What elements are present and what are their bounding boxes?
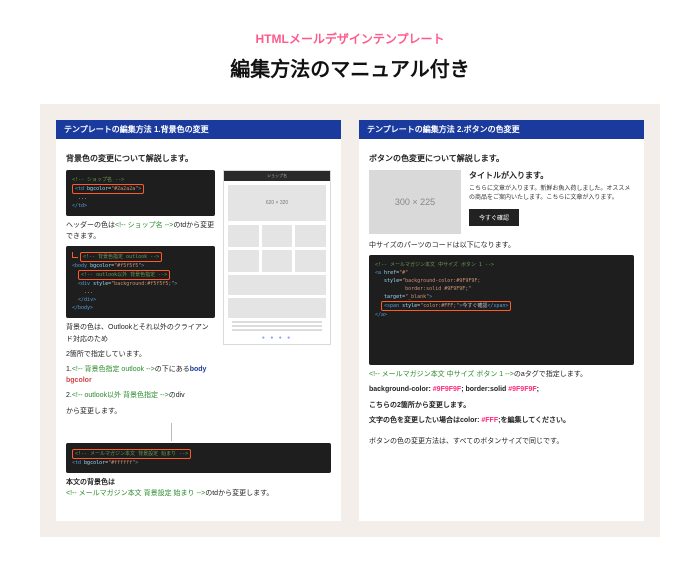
email-preview: ショップ名 620 × 320 bbox=[223, 170, 331, 345]
btn-ann-3: こちらの2箇所から変更します。 bbox=[369, 400, 634, 411]
btn-ann-4-c: #FFF bbox=[481, 417, 498, 424]
preview-card bbox=[262, 250, 293, 272]
feature-thumbnail: 300 × 225 bbox=[369, 170, 461, 234]
intro-text: ボタンの色変更について解説します。 bbox=[369, 153, 634, 164]
bodybg-note: 本文の背景色は <!-- メールマガジン本文 背景設定 始まり -->のtdから… bbox=[66, 477, 331, 499]
code-block-bodybg: <!-- メールマガジン本文 背景設定 始まり --> <td bgcolor=… bbox=[66, 443, 331, 473]
panel-button-color-body: ボタンの色変更について解説します。 300 × 225 タイトルが入ります。 こ… bbox=[359, 139, 644, 459]
btn-ann-2-m: ; border:solid bbox=[461, 386, 508, 393]
feature-cta-button[interactable]: 今すぐ確認 bbox=[469, 209, 519, 226]
bg-note-2: 2.<!-- outlook以外 背景色指定 -->のdiv bbox=[66, 390, 215, 401]
bodybg-lead: 本文の背景色は bbox=[66, 479, 115, 486]
panels-stage: テンプレートの編集方法 1.背景色の変更 背景色の変更について解説します。 <!… bbox=[40, 104, 660, 537]
left-col-code: <!-- ショップ名 --> <td bgcolor="#2a2a2a"> ..… bbox=[66, 170, 215, 421]
page: HTMLメールデザインテンプレート 編集方法のマニュアル付き テンプレートの編集… bbox=[0, 0, 700, 557]
preview-card bbox=[228, 225, 259, 247]
preview-textline bbox=[232, 329, 322, 331]
email-preview-header: ショップ名 bbox=[224, 171, 330, 181]
email-preview-row3-a bbox=[228, 225, 326, 247]
btn-footer-note: ボタンの色の変更方法は、すべてのボタンサイズで同じです。 bbox=[369, 436, 634, 447]
bg-note-lead: 背景の色は、Outlookとそれ以外のクライアンド対応のため bbox=[66, 322, 215, 344]
btn-ann-4-s: ;を編集してください。 bbox=[498, 417, 570, 424]
code-block-button: <!-- メールマガジン本文 中サイズ ボタン 1 --> <a href="#… bbox=[369, 255, 634, 365]
panel-button-color: テンプレートの編集方法 2.ボタンの色変更 ボタンの色変更について解説します。 … bbox=[359, 120, 644, 521]
feature-body: こちらに文章が入ります。新鮮お魚入荷しました。オススメの商品をご案内いたします。… bbox=[469, 185, 634, 203]
bodybg-green: <!-- メールマガジン本文 背景設定 始まり --> bbox=[66, 490, 205, 497]
left-col-preview: ショップ名 620 × 320 bbox=[223, 170, 331, 421]
bg-note-2-green: <!-- outlook以外 背景色指定 --> bbox=[72, 392, 169, 399]
btn-ann-4: 文字の色を変更したい場合はcolor: #FFF;を編集してください。 bbox=[369, 415, 634, 426]
bg-note-1-green: <!-- 背景色指定 outlook --> bbox=[72, 366, 155, 373]
preview-card bbox=[228, 250, 259, 272]
preview-textline bbox=[232, 325, 322, 327]
intro-text: 背景色の変更について解説します。 bbox=[66, 153, 331, 164]
bg-note-lead2: 2箇所で指定しています。 bbox=[66, 349, 215, 360]
email-preview-hero: 620 × 320 bbox=[228, 185, 326, 221]
header-note: ヘッダーの色は<!-- ショップ名 -->のtdから変更できます。 bbox=[66, 220, 215, 242]
left-two-columns: <!-- ショップ名 --> <td bgcolor="#2a2a2a"> ..… bbox=[66, 170, 331, 421]
panel-bgcolor-header: テンプレートの編集方法 1.背景色の変更 bbox=[56, 120, 341, 139]
preview-social-icons: ● ● ● ● bbox=[224, 333, 330, 344]
btn-ann-2-c2: #9F9F9F bbox=[508, 386, 536, 393]
preview-card bbox=[295, 225, 326, 247]
bg-note-2-tail: のdiv bbox=[169, 392, 185, 399]
bodybg-tail: のtdから変更します。 bbox=[205, 490, 273, 497]
preview-fullcard bbox=[228, 298, 326, 318]
feature-block: 300 × 225 タイトルが入ります。 こちらに文章が入ります。新鮮お魚入荷し… bbox=[369, 170, 634, 234]
mid-note: 中サイズのパーツのコードは以下になります。 bbox=[369, 240, 634, 251]
code-block-body-bg: <!-- 背景色指定 outlook --> <body bgcolor="#f… bbox=[66, 246, 215, 318]
connector-line bbox=[66, 423, 172, 441]
preview-fullcard bbox=[228, 275, 326, 295]
preview-textline bbox=[232, 321, 322, 323]
feature-title: タイトルが入ります。 bbox=[469, 170, 634, 181]
page-title: 編集方法のマニュアル付き bbox=[40, 53, 660, 82]
preview-card bbox=[295, 250, 326, 272]
btn-ann-2-c1: #9F9F9F bbox=[433, 386, 461, 393]
preview-card bbox=[262, 225, 293, 247]
bg-note-1: 1.<!-- 背景色指定 outlook -->の下にあるbody bgcolo… bbox=[66, 364, 215, 386]
btn-ann-1: <!-- メールマガジン本文 中サイズ ボタン 1 -->のaタグで指定します。 bbox=[369, 369, 634, 380]
panel-bgcolor: テンプレートの編集方法 1.背景色の変更 背景色の変更について解説します。 <!… bbox=[56, 120, 341, 521]
feature-copy: タイトルが入ります。 こちらに文章が入ります。新鮮お魚入荷しました。オススメの商… bbox=[469, 170, 634, 226]
btn-ann-1-tail: のaタグで指定します。 bbox=[514, 371, 587, 378]
eyebrow-text: HTMLメールデザインテンプレート bbox=[40, 30, 660, 47]
header-note-comment: <!-- ショップ名 --> bbox=[115, 222, 173, 229]
panel-button-color-header: テンプレートの編集方法 2.ボタンの色変更 bbox=[359, 120, 644, 139]
email-preview-row3-b bbox=[228, 250, 326, 272]
btn-ann-2: background-color: #9F9F9F; border:solid … bbox=[369, 384, 634, 395]
btn-ann-1-green: <!-- メールマガジン本文 中サイズ ボタン 1 --> bbox=[369, 371, 514, 378]
code-block-header-td: <!-- ショップ名 --> <td bgcolor="#2a2a2a"> ..… bbox=[66, 170, 215, 216]
header-note-pre: ヘッダーの色は bbox=[66, 222, 115, 229]
btn-ann-4-p: 文字の色を変更したい場合はcolor: bbox=[369, 417, 481, 424]
bg-note-end: から変更します。 bbox=[66, 406, 215, 417]
btn-ann-2-p: background-color: bbox=[369, 386, 433, 393]
btn-ann-2-s: ; bbox=[537, 386, 539, 393]
panel-bgcolor-body: 背景色の変更について解説します。 <!-- ショップ名 --> <td bgco… bbox=[56, 139, 341, 511]
